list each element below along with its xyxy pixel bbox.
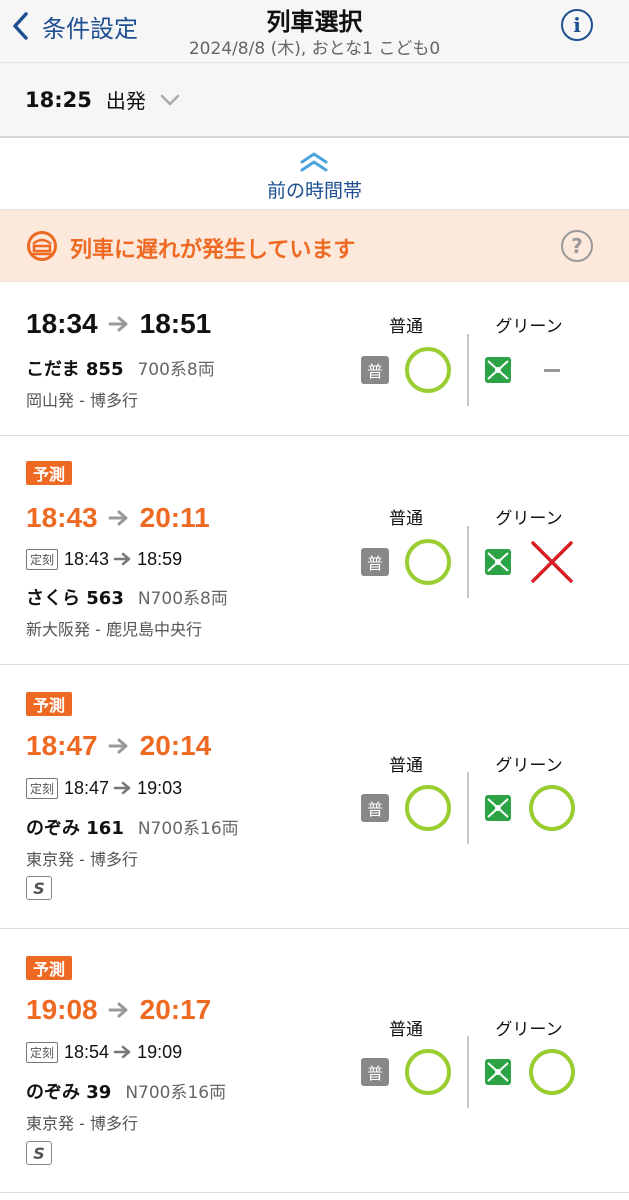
- ordinary-column-label: 普通: [389, 317, 423, 337]
- previous-time-slot-button[interactable]: 前の時間帯: [0, 138, 629, 210]
- arrow-right-icon: [113, 1045, 131, 1059]
- train-name: さくら 563: [26, 588, 124, 609]
- green-seat-available-button[interactable]: [529, 785, 575, 831]
- departure-time-selector[interactable]: 18:25 出発: [0, 62, 629, 138]
- ordinary-car-icon: 普: [361, 548, 389, 576]
- ordinary-car-icon: 普: [361, 356, 389, 384]
- train-info: のぞみ 161 N700系16両: [26, 814, 239, 839]
- scheduled-arrival: 19:03: [137, 777, 183, 798]
- double-chevron-up-icon: [300, 152, 328, 172]
- time-range: 19:08 20:17: [26, 993, 211, 1027]
- predicted-badge: 予測: [26, 461, 72, 485]
- ordinary-seat-available-button[interactable]: [405, 539, 451, 585]
- train-info: のぞみ 39 N700系16両: [26, 1078, 227, 1103]
- previous-time-slot-label: 前の時間帯: [266, 180, 362, 202]
- train-cars: 700系8両: [137, 360, 215, 380]
- green-column-label: グリーン: [495, 756, 563, 776]
- scheduled-tag: 定刻: [26, 777, 59, 799]
- train-route: 東京発 - 博多行: [26, 1114, 138, 1133]
- train-name: のぞみ 161: [26, 818, 124, 839]
- green-seat-unavailable-dash: [544, 369, 560, 372]
- info-icon[interactable]: i: [561, 9, 593, 41]
- green-car-clover-icon: [485, 1059, 511, 1085]
- green-column-label: グリーン: [495, 509, 563, 529]
- ordinary-column-label: 普通: [389, 756, 423, 776]
- train-row[interactable]: 18:34 18:51 こだま 855 700系8両 岡山発 - 博多行 普通 …: [0, 282, 629, 436]
- predicted-departure-time: 18:43: [26, 502, 98, 533]
- ordinary-car-icon: 普: [361, 794, 389, 822]
- departure-time: 18:25: [25, 87, 92, 112]
- green-car-clover-icon: [485, 357, 511, 383]
- departure-label: 出発: [105, 89, 146, 113]
- train-name: こだま 855: [26, 359, 124, 380]
- green-column-label: グリーン: [495, 317, 563, 337]
- delay-notice-text: 列車に遅れが発生しています: [70, 238, 356, 263]
- arrow-right-icon: [113, 781, 131, 795]
- column-divider: [467, 334, 469, 406]
- train-route: 岡山発 - 博多行: [26, 391, 138, 410]
- arrow-right-icon: [108, 1002, 128, 1018]
- train-route: 新大阪発 - 鹿児島中央行: [26, 620, 202, 639]
- scheduled-tag: 定刻: [26, 548, 59, 570]
- predicted-badge: 予測: [26, 692, 72, 716]
- column-divider: [467, 772, 469, 844]
- chevron-down-icon: [160, 94, 180, 105]
- scheduled-tag: 定刻: [26, 1041, 59, 1063]
- predicted-arrival-time: 20:11: [139, 502, 210, 533]
- smartex-icon: S: [26, 876, 52, 900]
- train-row[interactable]: 予測 18:47 20:14 定刻 18:47 19:03 のぞみ 161 N7…: [0, 665, 629, 929]
- scheduled-times: 定刻 18:43 18:59: [26, 547, 182, 571]
- search-conditions-subtitle: 2024/8/8 (木), おとな1 こども0: [188, 39, 441, 59]
- train-info: さくら 563 N700系8両: [26, 584, 228, 609]
- arrow-right-icon: [108, 738, 128, 754]
- train-cars: N700系16両: [137, 819, 239, 839]
- column-divider: [467, 1036, 469, 1108]
- train-route: 東京発 - 博多行: [26, 850, 138, 869]
- page-title: 列車選択: [266, 8, 363, 36]
- train-cars: N700系8両: [137, 589, 228, 609]
- green-car-clover-icon: [485, 795, 511, 821]
- train-row[interactable]: 予測 18:43 20:11 定刻 18:43 18:59 さくら 563 N7…: [0, 436, 629, 665]
- green-column-label: グリーン: [495, 1020, 563, 1040]
- ordinary-seat-available-button[interactable]: [405, 347, 451, 393]
- arrow-right-icon: [108, 316, 128, 332]
- ordinary-seat-available-button[interactable]: [405, 785, 451, 831]
- departure-time: 18:34: [26, 308, 98, 339]
- predicted-badge: 予測: [26, 956, 72, 980]
- time-range: 18:34 18:51: [26, 307, 211, 341]
- arrival-time: 18:51: [139, 308, 212, 339]
- help-icon[interactable]: ?: [561, 230, 593, 262]
- green-seat-available-button[interactable]: [529, 1049, 575, 1095]
- scheduled-arrival: 18:59: [137, 548, 183, 569]
- green-car-clover-icon: [485, 549, 511, 575]
- smartex-icon: S: [26, 1141, 52, 1165]
- predicted-arrival-time: 20:14: [139, 730, 212, 761]
- train-row[interactable]: 予測 19:08 20:17 定刻 18:54 19:09 のぞみ 39 N70…: [0, 929, 629, 1193]
- delayed-train-icon: [27, 231, 57, 261]
- scheduled-departure: 18:47: [64, 777, 110, 798]
- scheduled-times: 定刻 18:47 19:03: [26, 776, 182, 800]
- train-name: のぞみ 39: [26, 1082, 112, 1103]
- arrow-right-icon: [113, 552, 131, 566]
- train-info: こだま 855 700系8両: [26, 355, 215, 380]
- column-divider: [467, 526, 469, 598]
- ordinary-seat-available-button[interactable]: [405, 1049, 451, 1095]
- predicted-departure-time: 19:08: [26, 994, 98, 1025]
- scheduled-arrival: 19:09: [137, 1041, 183, 1062]
- arrow-right-icon: [108, 510, 128, 526]
- predicted-departure-time: 18:47: [26, 730, 98, 761]
- green-seat-full-x-icon: [531, 541, 573, 583]
- time-range: 18:43 20:11: [26, 501, 210, 535]
- scheduled-departure: 18:54: [64, 1041, 110, 1062]
- ordinary-column-label: 普通: [389, 509, 423, 529]
- scheduled-times: 定刻 18:54 19:09: [26, 1040, 182, 1064]
- nav-header: 条件設定 列車選択 2024/8/8 (木), おとな1 こども0 i: [0, 0, 629, 62]
- predicted-arrival-time: 20:17: [139, 994, 212, 1025]
- ordinary-column-label: 普通: [389, 1020, 423, 1040]
- time-range: 18:47 20:14: [26, 729, 211, 763]
- scheduled-departure: 18:43: [64, 548, 110, 569]
- train-cars: N700系16両: [125, 1083, 227, 1103]
- ordinary-car-icon: 普: [361, 1058, 389, 1086]
